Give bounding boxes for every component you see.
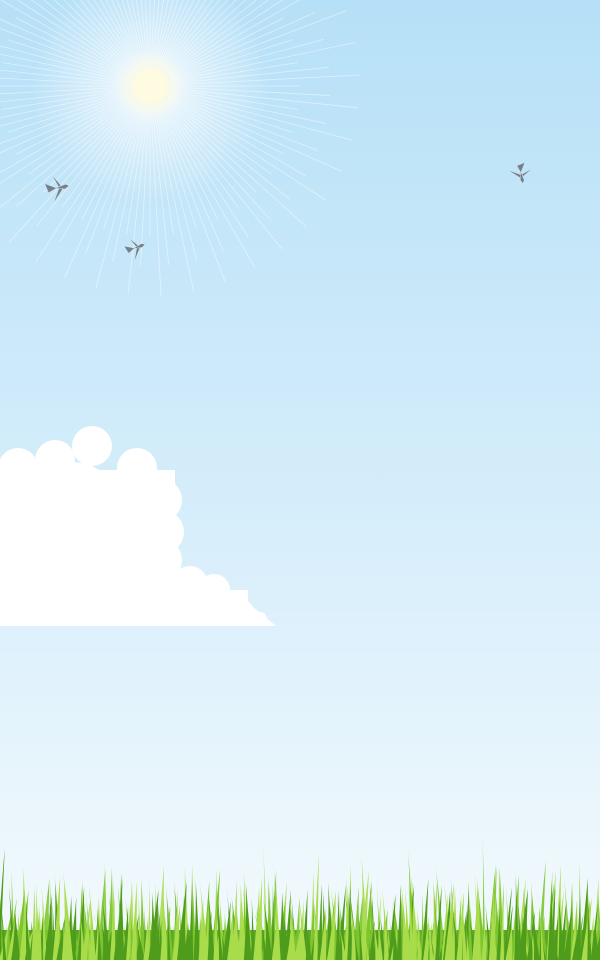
illustration (0, 0, 600, 960)
scene (0, 0, 600, 960)
sun-core (137, 72, 165, 100)
